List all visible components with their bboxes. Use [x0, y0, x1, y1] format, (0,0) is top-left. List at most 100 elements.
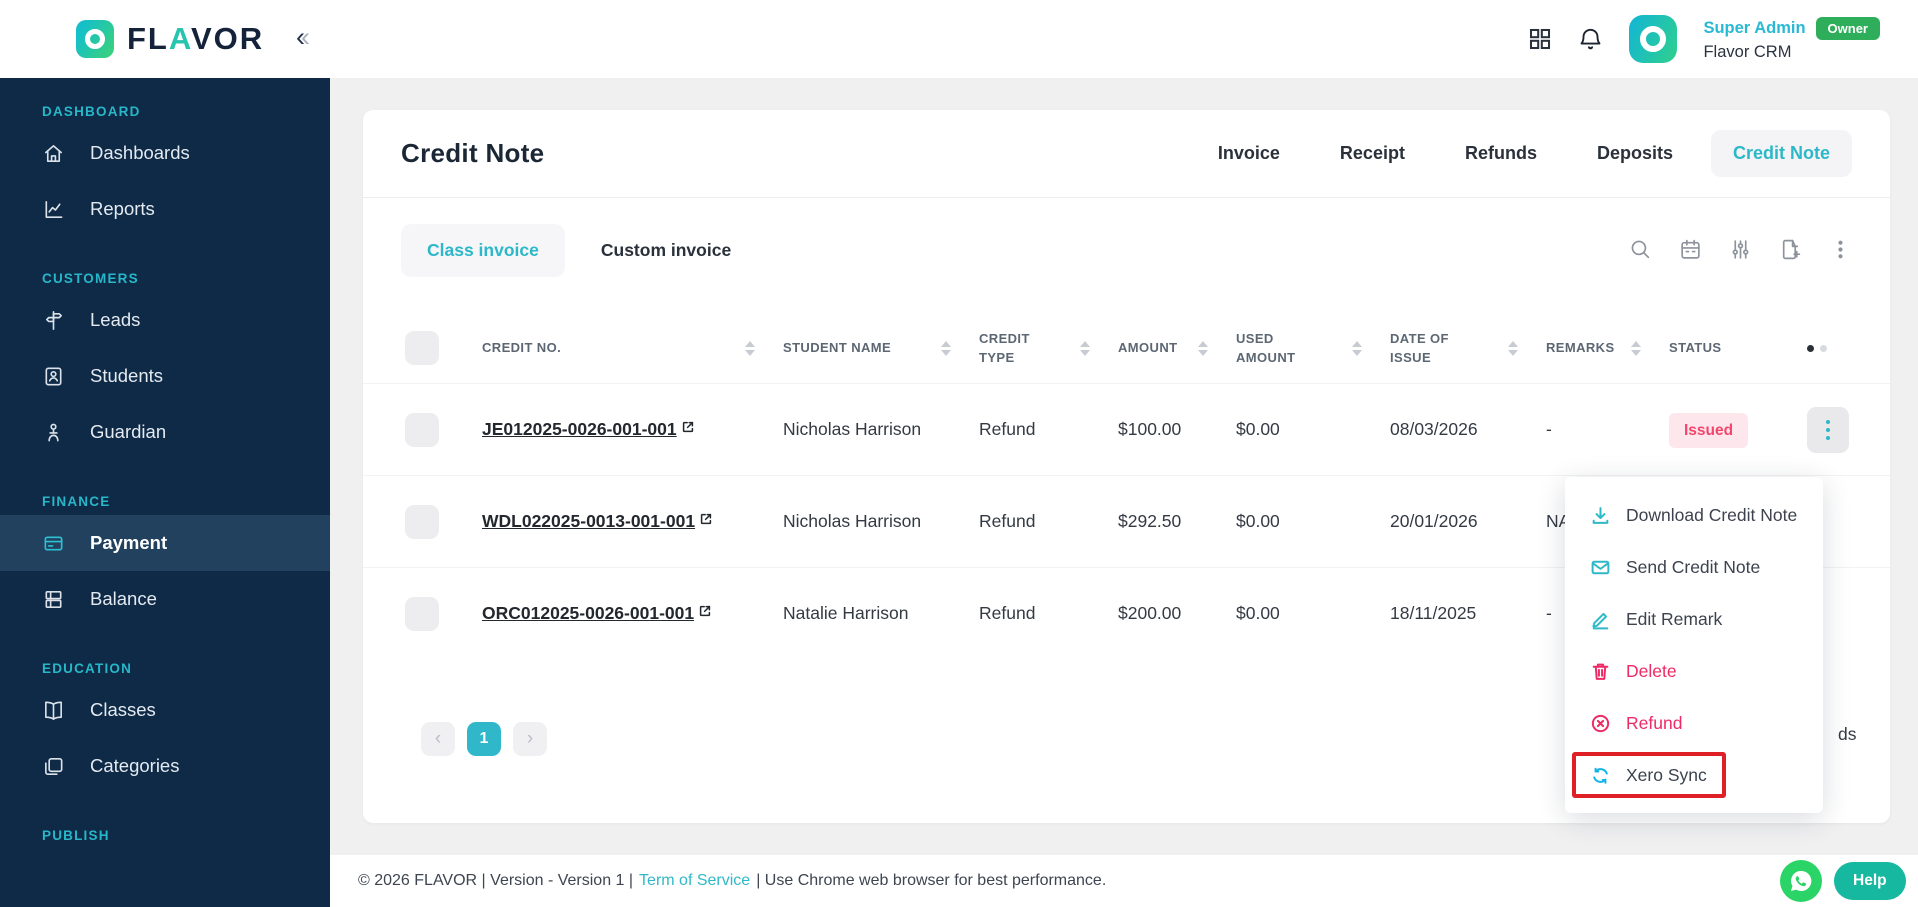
filter-sliders-icon[interactable] — [1729, 238, 1752, 261]
menu-item-download-credit-note[interactable]: Download Credit Note — [1565, 489, 1823, 541]
row-checkbox[interactable] — [405, 596, 439, 631]
notifications-bell-icon[interactable] — [1578, 27, 1603, 52]
signpost-icon — [45, 310, 62, 330]
column-header-date-of-issue[interactable]: DATE OF ISSUE — [1390, 329, 1546, 368]
obscured-text-fragment: ds — [1838, 724, 1857, 744]
sort-icon[interactable] — [941, 340, 951, 356]
external-link-icon — [682, 421, 693, 432]
amount: $200.00 — [1118, 603, 1182, 623]
sidebar-item-categories[interactable]: Categories — [0, 738, 330, 794]
guardian-icon — [48, 423, 59, 441]
sort-icon[interactable] — [1631, 340, 1641, 356]
column-header-credit-type[interactable]: CREDIT TYPE — [979, 329, 1118, 368]
terms-of-service-link[interactable]: Term of Service — [639, 872, 750, 890]
menu-item-delete[interactable]: Delete — [1565, 645, 1823, 697]
table-row: JE012025-0026-001-001 Nicholas Harrison … — [363, 383, 1890, 475]
page-title: Credit Note — [401, 138, 545, 168]
sidebar-item-reports[interactable]: Reports — [0, 181, 330, 237]
credit-note-link[interactable]: WDL022025-0013-001-001 — [482, 511, 783, 532]
select-all-checkbox[interactable] — [405, 331, 439, 365]
workspace-avatar[interactable] — [1629, 15, 1678, 63]
search-icon[interactable] — [1629, 238, 1652, 261]
pagination-next-button[interactable]: › — [513, 722, 547, 756]
pencil-icon — [1592, 612, 1609, 629]
column-header-credit-no[interactable]: CREDIT NO. — [482, 338, 783, 358]
used-amount: $0.00 — [1236, 511, 1280, 531]
sort-icon[interactable] — [745, 340, 755, 356]
tab-invoice[interactable]: Invoice — [1196, 130, 1302, 177]
sidebar-item-students[interactable]: Students — [0, 348, 330, 404]
external-link-icon — [699, 605, 711, 616]
tab-credit-note[interactable]: Credit Note — [1710, 130, 1852, 177]
sort-icon[interactable] — [1080, 340, 1090, 356]
column-header-status: STATUS — [1669, 340, 1722, 356]
main-content: Credit Note Invoice Receipt Refunds Depo… — [330, 78, 1918, 907]
row-checkbox[interactable] — [405, 412, 439, 447]
row-checkbox[interactable] — [405, 504, 439, 539]
owner-role-badge: Owner — [1815, 16, 1880, 40]
table-header-row: CREDIT NO. STUDENT NAME CREDIT TYPE AMOU… — [363, 313, 1890, 383]
menu-item-edit-remark[interactable]: Edit Remark — [1565, 593, 1823, 645]
column-header-used-amount[interactable]: USED AMOUNT — [1236, 329, 1390, 368]
subtab-class-invoice[interactable]: Class invoice — [401, 224, 565, 277]
date-of-issue: 08/03/2026 — [1390, 419, 1478, 439]
column-header-remarks[interactable]: REMARKS — [1546, 338, 1669, 358]
date-of-issue: 18/11/2025 — [1390, 603, 1477, 623]
menu-item-refund[interactable]: Refund — [1565, 697, 1823, 749]
credit-type: Refund — [979, 511, 1036, 531]
pagination-page-1[interactable]: 1 — [467, 722, 501, 756]
student-name: Nicholas Harrison — [783, 510, 922, 531]
sort-icon[interactable] — [1508, 340, 1518, 356]
invoice-subtabs: Class invoice Custom invoice — [401, 224, 757, 277]
sidebar-section-customers: CUSTOMERS — [42, 271, 139, 286]
sidebar-item-leads[interactable]: Leads — [0, 292, 330, 348]
amount: $292.50 — [1118, 511, 1182, 531]
payment-tabs: Invoice Receipt Refunds Deposits Credit … — [1196, 130, 1852, 177]
used-amount: $0.00 — [1236, 603, 1280, 623]
help-button[interactable]: Help — [1834, 862, 1906, 900]
tab-refunds[interactable]: Refunds — [1443, 130, 1559, 177]
credit-type: Refund — [979, 603, 1036, 623]
student-card-icon — [45, 367, 62, 385]
chart-icon — [45, 200, 63, 218]
column-header-amount[interactable]: AMOUNT — [1118, 338, 1236, 358]
flavor-logo-icon — [76, 20, 114, 58]
mail-icon — [1591, 560, 1610, 574]
row-actions-menu: Download Credit Note Send Credit Note Ed… — [1565, 477, 1823, 813]
pagination-prev-button[interactable]: ‹ — [421, 722, 455, 756]
cancel-circle-icon — [1591, 714, 1610, 732]
book-icon — [45, 701, 62, 720]
sidebar-item-classes[interactable]: Classes — [0, 682, 330, 738]
menu-item-send-credit-note[interactable]: Send Credit Note — [1565, 541, 1823, 593]
sidebar-item-payment[interactable]: Payment — [0, 515, 330, 571]
credit-card-icon — [44, 535, 63, 551]
brand-logo[interactable]: FLAVOR — [76, 20, 264, 58]
footer: © 2026 FLAVOR | Version - Version 1 | Te… — [330, 855, 1918, 907]
column-header-student-name[interactable]: STUDENT NAME — [783, 338, 979, 358]
user-name[interactable]: Super Admin — [1703, 19, 1805, 38]
calendar-icon[interactable] — [1679, 238, 1702, 261]
menu-item-xero-sync[interactable]: Xero Sync — [1565, 749, 1823, 801]
sort-icon[interactable] — [1198, 340, 1208, 356]
credit-note-link[interactable]: JE012025-0026-001-001 — [482, 419, 783, 440]
sidebar-section-dashboard: DASHBOARD — [42, 104, 141, 119]
sidebar-collapse-icon[interactable]: ‹‹ — [296, 22, 310, 53]
more-options-icon[interactable] — [1829, 238, 1852, 261]
sidebar-item-balance[interactable]: Balance — [0, 571, 330, 627]
whatsapp-button[interactable] — [1780, 860, 1822, 902]
sidebar-item-guardian[interactable]: Guardian — [0, 404, 330, 460]
apps-grid-icon[interactable] — [1528, 27, 1552, 51]
tab-receipt[interactable]: Receipt — [1318, 130, 1427, 177]
subtab-custom-invoice[interactable]: Custom invoice — [575, 224, 757, 277]
tab-deposits[interactable]: Deposits — [1575, 130, 1695, 177]
home-icon — [45, 144, 62, 162]
column-scroll-dots[interactable] — [1807, 344, 1890, 352]
row-actions-kebab-button[interactable] — [1807, 406, 1849, 453]
sidebar-section-finance: FINANCE — [42, 494, 111, 509]
workspace-name: Flavor CRM — [1703, 42, 1792, 61]
whatsapp-icon — [1791, 870, 1812, 891]
credit-note-link[interactable]: ORC012025-0026-001-001 — [482, 603, 783, 624]
sort-icon[interactable] — [1352, 340, 1362, 356]
export-file-icon[interactable] — [1779, 238, 1802, 261]
sidebar-item-dashboards[interactable]: Dashboards — [0, 125, 330, 181]
